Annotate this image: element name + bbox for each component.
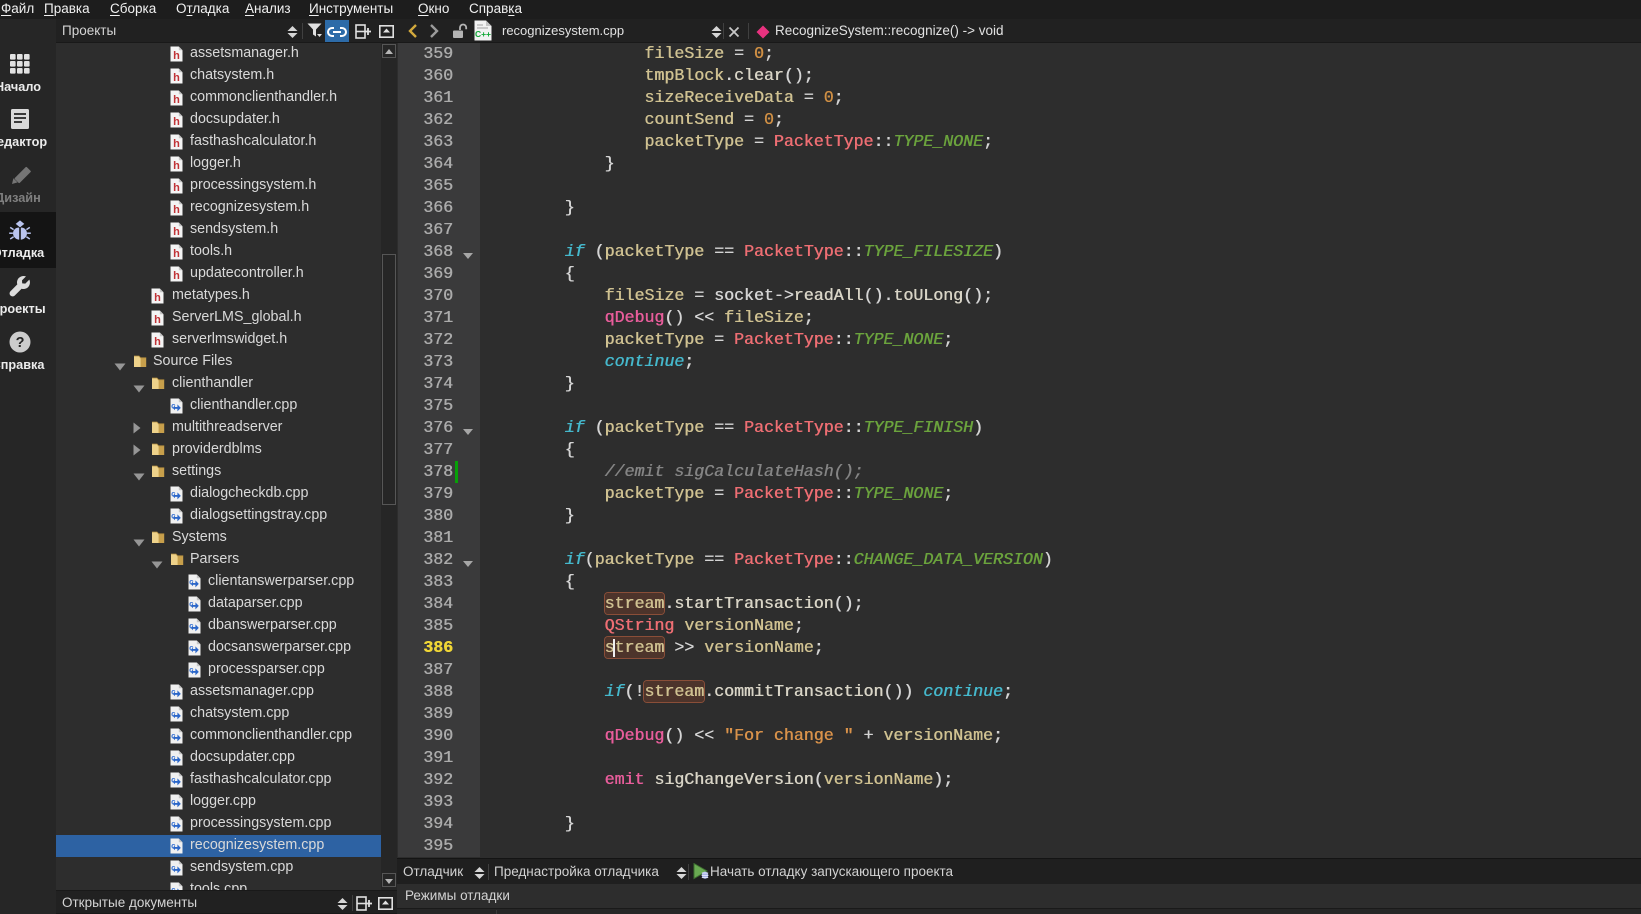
svg-text:h: h bbox=[173, 270, 180, 282]
svg-text:c: c bbox=[171, 864, 176, 873]
svg-text:h: h bbox=[173, 226, 180, 238]
svg-text:c: c bbox=[171, 402, 176, 411]
svg-text:h: h bbox=[154, 336, 161, 348]
svg-text:c: c bbox=[171, 776, 176, 785]
svg-text:h: h bbox=[154, 292, 161, 304]
svg-text:c: c bbox=[171, 754, 176, 763]
svg-text:c: c bbox=[189, 644, 194, 653]
svg-text:c: c bbox=[189, 666, 194, 675]
svg-text:h: h bbox=[154, 314, 161, 326]
svg-text:h: h bbox=[173, 160, 180, 172]
svg-text:h: h bbox=[173, 72, 180, 84]
svg-text:h: h bbox=[173, 248, 180, 260]
svg-text:c: c bbox=[189, 600, 194, 609]
svg-text:c: c bbox=[171, 512, 176, 521]
svg-text:c: c bbox=[189, 578, 194, 587]
svg-text:c: c bbox=[171, 490, 176, 499]
svg-text:h: h bbox=[173, 116, 180, 128]
svg-text:c: c bbox=[171, 820, 176, 829]
svg-text:h: h bbox=[173, 50, 180, 62]
svg-text:c: c bbox=[189, 622, 194, 631]
svg-text:h: h bbox=[173, 182, 180, 194]
svg-text:c: c bbox=[171, 732, 176, 741]
svg-text:?: ? bbox=[16, 335, 25, 351]
svg-text:c: c bbox=[171, 688, 176, 697]
svg-text:c: c bbox=[171, 710, 176, 719]
svg-text:c: c bbox=[171, 842, 176, 851]
svg-text:h: h bbox=[173, 138, 180, 150]
svg-text:c: c bbox=[171, 798, 176, 807]
svg-text:h: h bbox=[173, 204, 180, 216]
svg-text:h: h bbox=[173, 94, 180, 106]
